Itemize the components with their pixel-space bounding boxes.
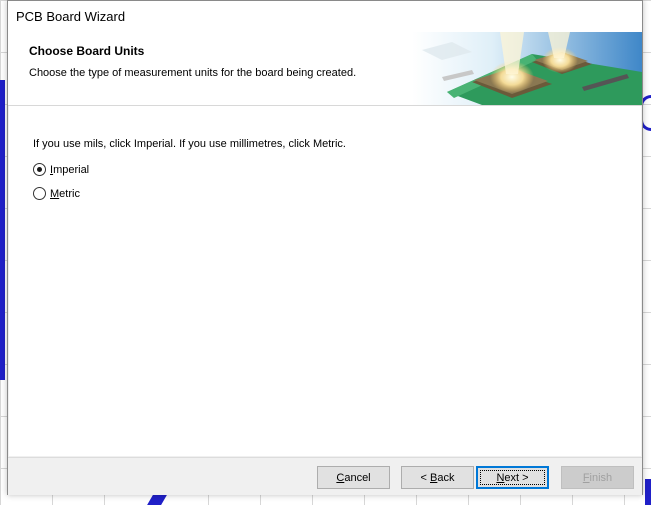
page-title: Choose Board Units	[29, 44, 145, 58]
page-subtitle: Choose the type of measurement units for…	[29, 67, 357, 79]
title-bar[interactable]: PCB Board Wizard	[8, 1, 642, 32]
next-button[interactable]: Next >	[476, 466, 549, 489]
imperial-radio-button[interactable]	[33, 163, 46, 176]
pcb-board-wizard-dialog: PCB Board Wizard Choose Board Units Choo…	[7, 0, 643, 495]
instruction-text: If you use mils, click Imperial. If you …	[33, 138, 346, 150]
wizard-header: Choose Board Units Choose the type of me…	[8, 32, 642, 106]
window-title: PCB Board Wizard	[16, 9, 126, 24]
metric-label: Metric	[50, 187, 80, 200]
focus-ring	[480, 470, 545, 485]
schematic-wire	[645, 479, 651, 505]
cancel-button[interactable]: Cancel	[317, 466, 390, 489]
wizard-content: If you use mils, click Imperial. If you …	[9, 106, 641, 456]
finish-button: Finish	[561, 466, 634, 489]
metric-radio-option[interactable]: Metric	[33, 187, 80, 200]
wizard-footer: Cancel < Back Next > Finish	[8, 457, 642, 495]
back-button[interactable]: < Back	[401, 466, 474, 489]
imperial-label: Imperial	[50, 163, 90, 176]
pcb-chip-illustration-icon	[412, 32, 642, 105]
imperial-radio-option[interactable]: Imperial	[33, 163, 89, 176]
schematic-wire	[0, 80, 5, 380]
metric-radio-button[interactable]	[33, 187, 46, 200]
